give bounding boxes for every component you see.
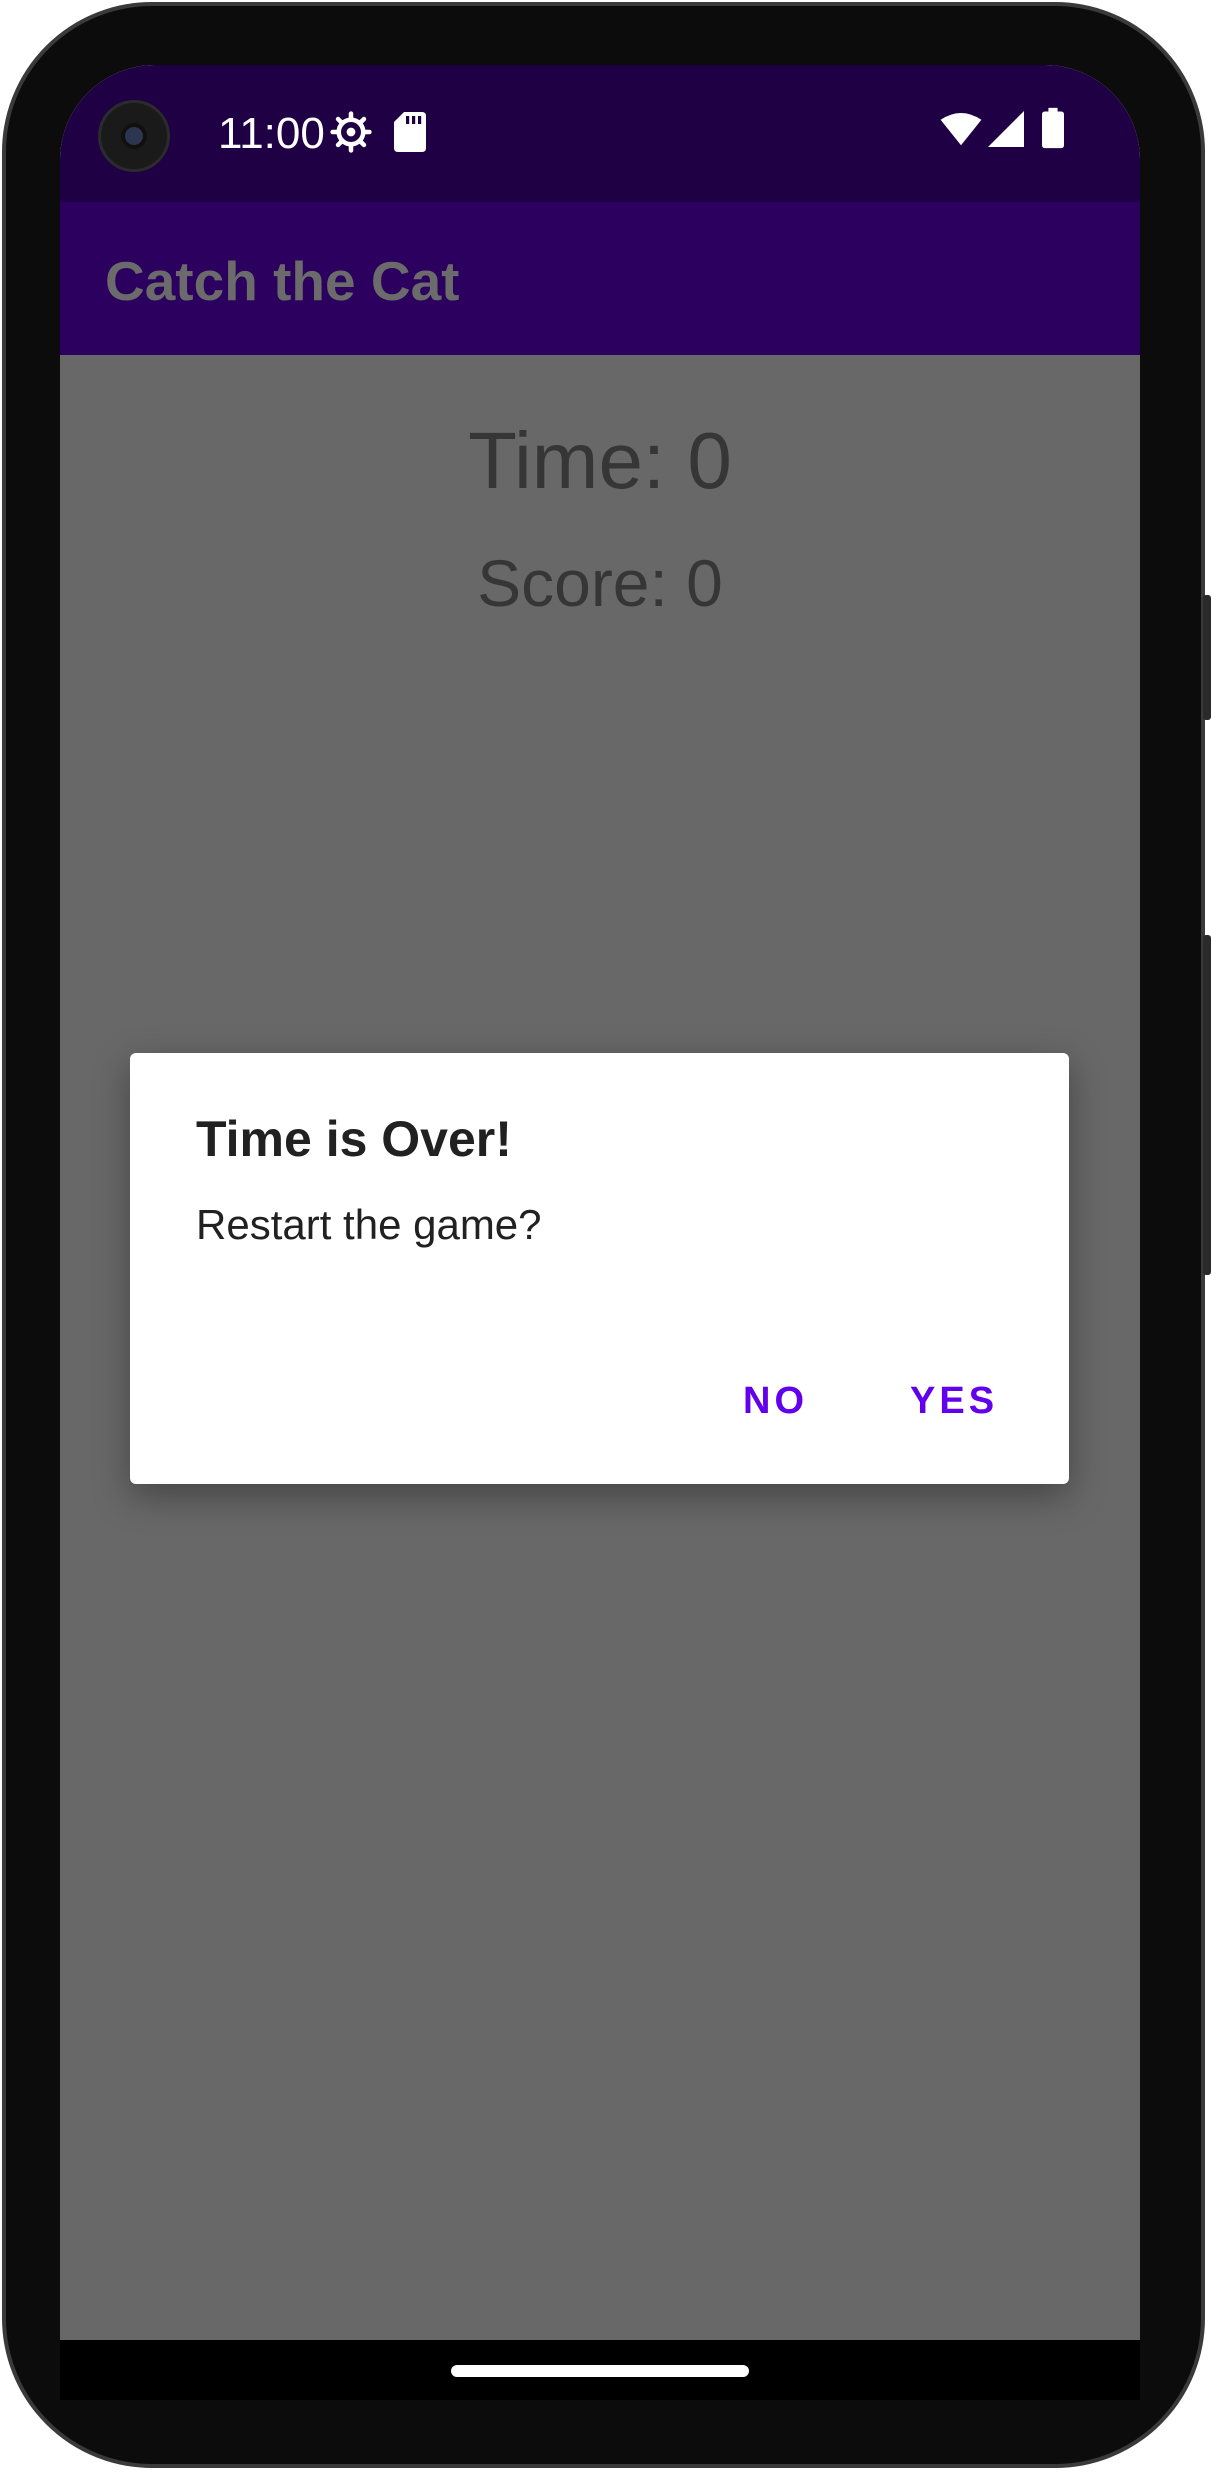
front-camera (98, 100, 170, 172)
home-indicator[interactable] (451, 2365, 749, 2377)
time-label: Time: 0 (468, 416, 732, 505)
battery-icon (1042, 107, 1064, 149)
alert-dialog: Time is Over! Restart the game? NO YES (130, 1053, 1069, 1484)
app-title: Catch the Cat (105, 250, 460, 312)
cell-signal-icon (988, 111, 1024, 147)
dialog-message: Restart the game? (196, 1201, 542, 1248)
status-time: 11:00 (218, 109, 325, 158)
power-button (1203, 935, 1211, 1275)
settings-gear-icon (330, 111, 372, 153)
app-bar: Catch the Cat (60, 202, 1140, 355)
volume-button (1203, 595, 1211, 720)
wifi-icon (940, 113, 982, 146)
status-bar: 11:00 (60, 65, 1140, 202)
score-label: Score: 0 (477, 546, 723, 620)
device-screen: 11:00 Catch the Cat Time: 0 Score: 0 Tim… (60, 65, 1140, 2340)
dialog-title: Time is Over! (196, 1111, 512, 1167)
sd-card-icon (394, 112, 426, 152)
no-button[interactable]: NO (743, 1378, 808, 1424)
yes-button[interactable]: YES (910, 1378, 998, 1424)
